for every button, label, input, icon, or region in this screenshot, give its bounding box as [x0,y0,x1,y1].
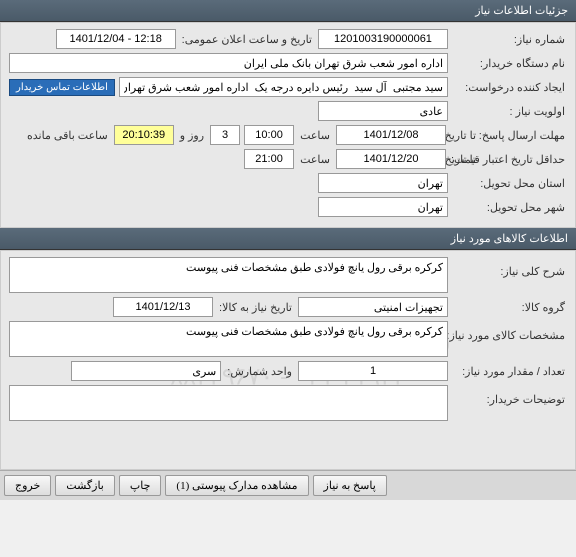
priority-label: اولویت نیاز : [452,105,567,118]
need-number-label: شماره نیاز: [452,33,567,46]
exit-button[interactable]: خروج [4,475,51,496]
province-label: استان محل تحویل: [452,177,567,190]
desc-field[interactable] [9,257,448,293]
respond-button[interactable]: پاسخ به نیاز [313,475,387,496]
goods-info-panel: سامانه تدارکات الکترونیکی دولت ۰۲۱-۴۱۹۳۴… [0,250,576,470]
announce-field[interactable] [56,29,176,49]
validity-label: حداقل تاریخ اعتبار قیمت: [482,153,567,166]
need-date-field[interactable] [113,297,213,317]
days-and-label: روز و [178,129,206,142]
bottom-toolbar: پاسخ به نیاز مشاهده مدارک پیوستی (1) چاپ… [0,470,576,500]
attachments-button[interactable]: مشاهده مدارک پیوستی (1) [165,475,308,496]
validity-date-field[interactable] [336,149,446,169]
need-number-field[interactable] [318,29,448,49]
remain-suffix-label: ساعت باقی مانده [25,129,110,142]
need-info-panel: شماره نیاز: تاریخ و ساعت اعلان عمومی: نا… [0,22,576,228]
need-info-header: جزئیات اطلاعات نیاز [0,0,576,22]
unit-field[interactable] [71,361,221,381]
deadline-label: مهلت ارسال پاسخ: [482,129,567,142]
buyer-notes-field[interactable] [9,385,448,421]
goods-info-header: اطلاعات کالاهای مورد نیاز [0,228,576,250]
time-label-2: ساعت [298,153,332,166]
announce-label: تاریخ و ساعت اعلان عمومی: [180,33,314,46]
spec-label: مشخصات کالای مورد نیاز: [452,321,567,342]
buyer-notes-label: توضیحات خریدار: [452,385,567,406]
creator-label: ایجاد کننده درخواست: [452,81,567,94]
remain-time-field [114,125,174,145]
city-field[interactable] [318,197,448,217]
desc-label: شرح کلی نیاز: [452,257,567,278]
spec-field[interactable] [9,321,448,357]
buyer-contact-badge[interactable]: اطلاعات تماس خریدار [9,79,115,96]
print-button[interactable]: چاپ [119,475,162,496]
city-label: شهر محل تحویل: [452,201,567,214]
qty-label: تعداد / مقدار مورد نیاز: [452,365,567,378]
validity-time-field[interactable] [244,149,294,169]
unit-label: واحد شمارش: [225,365,294,378]
back-button[interactable]: بازگشت [55,475,115,496]
buyer-field[interactable] [9,53,448,73]
remain-days-field [210,125,240,145]
group-field[interactable] [298,297,448,317]
creator-field[interactable] [119,77,448,97]
deadline-time-field[interactable] [244,125,294,145]
to-date-label-2: تا تاریخ : [450,153,478,166]
time-label-1: ساعت [298,129,332,142]
need-date-label: تاریخ نیاز به کالا: [217,301,294,314]
priority-field[interactable] [318,101,448,121]
qty-field[interactable] [298,361,448,381]
province-field[interactable] [318,173,448,193]
group-label: گروه کالا: [452,301,567,314]
deadline-date-field[interactable] [336,125,446,145]
buyer-label: نام دستگاه خریدار: [452,57,567,70]
to-date-label-1: تا تاریخ : [450,129,478,142]
